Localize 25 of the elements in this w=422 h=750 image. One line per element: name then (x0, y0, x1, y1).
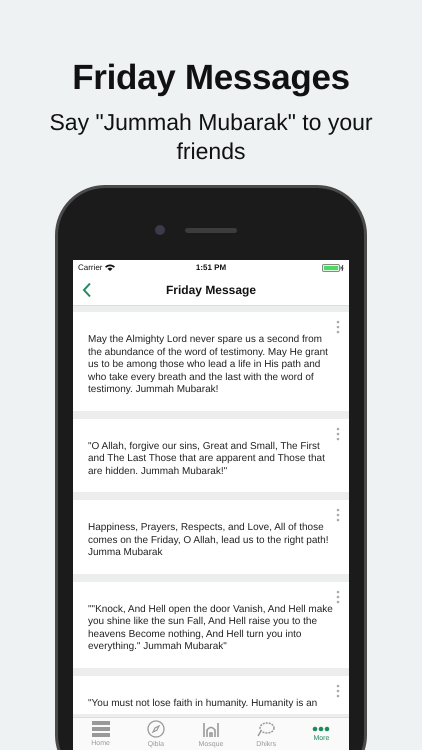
compass-icon (146, 720, 165, 738)
more-options-button[interactable] (335, 684, 341, 698)
wifi-icon (105, 264, 116, 271)
more-icon (312, 726, 330, 732)
back-button[interactable] (81, 282, 93, 298)
camera-icon (155, 225, 165, 235)
list-icon (92, 721, 110, 737)
screen-title: Friday Message (166, 283, 256, 297)
message-text: "You must not lose faith in humanity. Humanity is an (88, 698, 318, 710)
headline: Friday Messages (72, 58, 350, 98)
message-text: Happiness, Prayers, Respects, and Love, All of those comes on the Friday, O Allah, lead us to the right path! Jumma Mubarak (88, 522, 330, 560)
more-options-button[interactable] (335, 590, 341, 604)
message-text: ""Knock, And Hell open the door Vanish, And Hell make you shine like the sun Fall, And Hell raise you to the heavens Become nothing, And Hell turn you into everything." Jummah Mubarak" (88, 604, 334, 654)
status-time: 1:51 PM (196, 263, 226, 272)
message-text: May the Almighty Lord never spare us a second from the abundance of the word of testimony. May He grant us to be among those who lead a life in His path and who take every breath and the last with the word of testimony. Jummah Mubarak! (88, 334, 329, 396)
speaker-grille (185, 228, 237, 233)
more-options-button[interactable] (335, 426, 341, 440)
battery-icon (322, 264, 344, 272)
carrier-label: Carrier (78, 263, 102, 272)
more-options-button[interactable] (335, 320, 341, 334)
message-text: "O Allah, forgive our sins, Great and Small, The First and The Last Those that are apparent and Those that are hidden. Jummah Mubarak!" (88, 440, 326, 478)
more-options-button[interactable] (335, 508, 341, 522)
subheadline: Say "Jummah Mubarak" to your friends (48, 108, 374, 166)
mosque-icon (202, 720, 220, 738)
beads-icon (256, 720, 276, 738)
